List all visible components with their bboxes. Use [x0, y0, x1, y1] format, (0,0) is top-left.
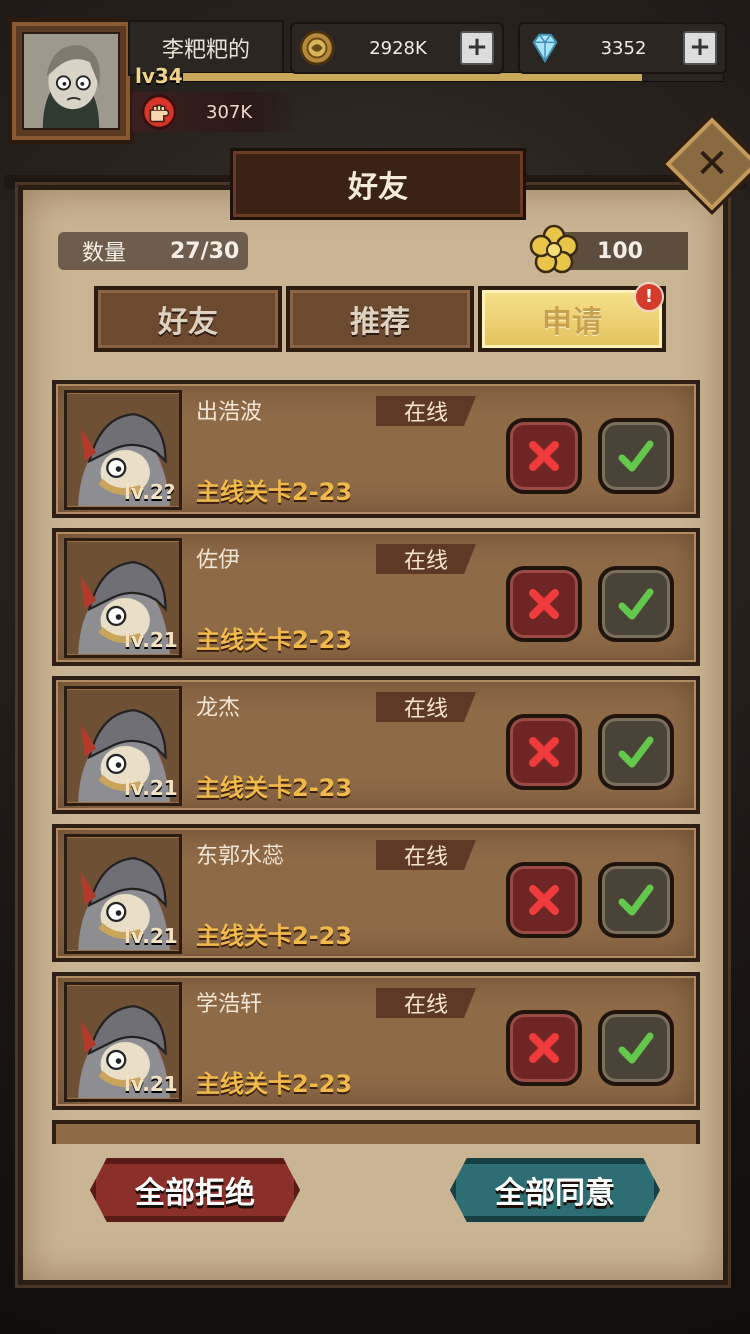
flower-icon [529, 224, 579, 274]
list-item-partial [52, 1120, 700, 1144]
reject-all-button[interactable]: 全部拒绝 [90, 1158, 300, 1222]
fist-icon [141, 94, 177, 130]
online-status: 在线 [376, 692, 476, 722]
friend-level: lv.2? [124, 480, 176, 504]
tab-recommend[interactable]: 推荐 [286, 286, 474, 352]
check-icon [616, 732, 656, 772]
diamond-display: 3352 + [518, 22, 727, 74]
online-status: 在线 [376, 396, 476, 426]
accept-button[interactable] [598, 566, 674, 642]
friend-name: 学浩轩 [196, 992, 263, 1017]
friend-count: 数量 27/30 [58, 232, 248, 270]
friend-level: lv.21 [124, 924, 178, 948]
reject-button[interactable] [506, 862, 582, 938]
online-status: 在线 [376, 544, 476, 574]
friend-stage: 主线关卡2-23 [196, 478, 353, 506]
check-icon [616, 1028, 656, 1068]
cross-icon [524, 880, 564, 920]
avatar-image [22, 32, 120, 130]
panel-title: 好友 [230, 148, 526, 220]
online-status: 在线 [376, 840, 476, 870]
accept-button[interactable] [598, 418, 674, 494]
power-value: 307K [206, 101, 253, 123]
friend-level: lv.21 [124, 628, 178, 652]
cross-icon [524, 732, 564, 772]
reject-button[interactable] [506, 714, 582, 790]
list-item: lv.21 学浩轩 在线 主线关卡2-23 [52, 972, 700, 1110]
diamond-icon [532, 33, 558, 64]
friend-level: lv.21 [124, 776, 178, 800]
check-icon [616, 584, 656, 624]
friend-stage: 主线关卡2-23 [196, 774, 353, 802]
add-diamond-button[interactable]: + [683, 31, 717, 65]
online-status: 在线 [376, 988, 476, 1018]
accept-button[interactable] [598, 714, 674, 790]
player-avatar[interactable] [8, 18, 134, 144]
list-item: lv.21 佐伊 在线 主线关卡2-23 [52, 528, 700, 666]
tab-friends[interactable]: 好友 [94, 286, 282, 352]
reject-button[interactable] [506, 418, 582, 494]
gold-display: 2928K + [290, 22, 504, 74]
accept-button[interactable] [598, 862, 674, 938]
reject-button[interactable] [506, 566, 582, 642]
cross-icon [524, 436, 564, 476]
accept-all-button[interactable]: 全部同意 [450, 1158, 660, 1222]
accept-button[interactable] [598, 1010, 674, 1086]
friend-name: 龙杰 [196, 696, 241, 721]
friend-name: 佐伊 [196, 548, 241, 573]
flower-value: 100 [597, 238, 643, 264]
combat-power: 307K [132, 92, 302, 132]
reject-button[interactable] [506, 1010, 582, 1086]
gold-value: 2928K [369, 37, 427, 59]
cross-icon [524, 584, 564, 624]
close-icon: ✕ [695, 141, 729, 187]
count-value: 27/30 [170, 238, 240, 264]
friend-stage: 主线关卡2-23 [196, 626, 353, 654]
check-icon [616, 880, 656, 920]
count-label: 数量 [82, 241, 127, 266]
list-item: lv.21 龙杰 在线 主线关卡2-23 [52, 676, 700, 814]
list-item: lv.2? 出浩波 在线 主线关卡2-23 [52, 380, 700, 518]
friend-stage: 主线关卡2-23 [196, 1070, 353, 1098]
friend-stage: 主线关卡2-23 [196, 922, 353, 950]
check-icon [616, 436, 656, 476]
cross-icon [524, 1028, 564, 1068]
list-item: lv.21 东郭水蕊 在线 主线关卡2-23 [52, 824, 700, 962]
diamond-value: 3352 [600, 37, 647, 59]
xp-fill [183, 73, 642, 81]
notification-badge: ! [634, 282, 664, 312]
friend-name: 东郭水蕊 [196, 844, 285, 869]
friend-level: lv.21 [124, 1072, 178, 1096]
add-gold-button[interactable]: + [460, 31, 494, 65]
friend-name: 出浩波 [196, 400, 263, 425]
gold-coin-icon [299, 30, 335, 66]
player-level: lv34 [135, 64, 183, 88]
